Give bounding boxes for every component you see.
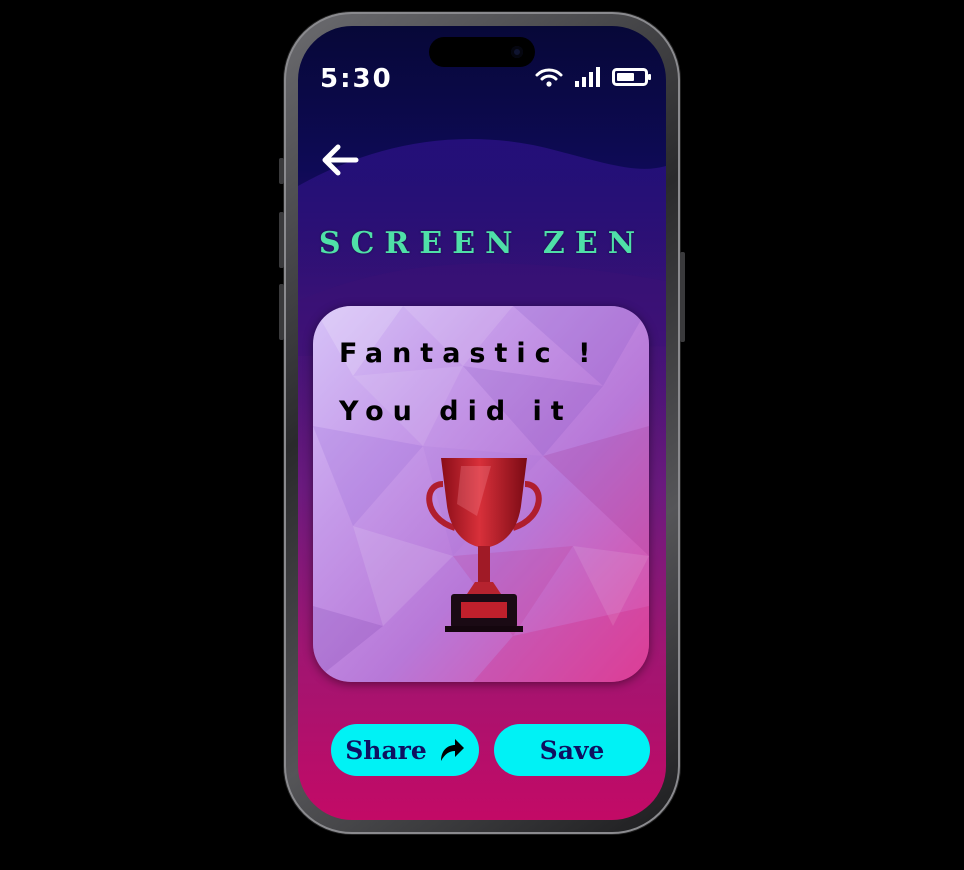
back-button[interactable] <box>318 138 362 182</box>
back-arrow-icon <box>322 144 359 176</box>
card-headline: Fantastic ! <box>339 338 600 369</box>
page-title: SCREEN ZEN <box>318 226 646 261</box>
achievement-card: Fantastic ! You did it <box>313 306 649 682</box>
status-time: 5:30 <box>320 64 393 94</box>
share-button[interactable]: Share <box>331 724 479 776</box>
camera-icon <box>511 46 523 58</box>
signal-icon <box>575 67 600 87</box>
phone-volume-down <box>279 284 284 340</box>
battery-icon <box>612 68 651 86</box>
dynamic-island <box>429 37 535 67</box>
save-button-label: Save <box>539 735 605 765</box>
phone-power-button <box>680 252 685 342</box>
trophy-icon <box>426 458 542 632</box>
save-button[interactable]: Save <box>494 724 650 776</box>
card-subline: You did it <box>339 396 573 427</box>
phone-silent-switch <box>279 158 284 184</box>
app-screen: 5:30 SCREEN ZEN Fantastic ! You did it S… <box>298 26 666 820</box>
status-icons <box>534 66 652 88</box>
stage: 5:30 SCREEN ZEN Fantastic ! You did it S… <box>0 0 964 870</box>
share-arrow-icon <box>440 739 464 761</box>
share-button-label: Share <box>345 735 427 765</box>
wifi-icon <box>535 68 563 87</box>
phone-volume-up <box>279 212 284 268</box>
